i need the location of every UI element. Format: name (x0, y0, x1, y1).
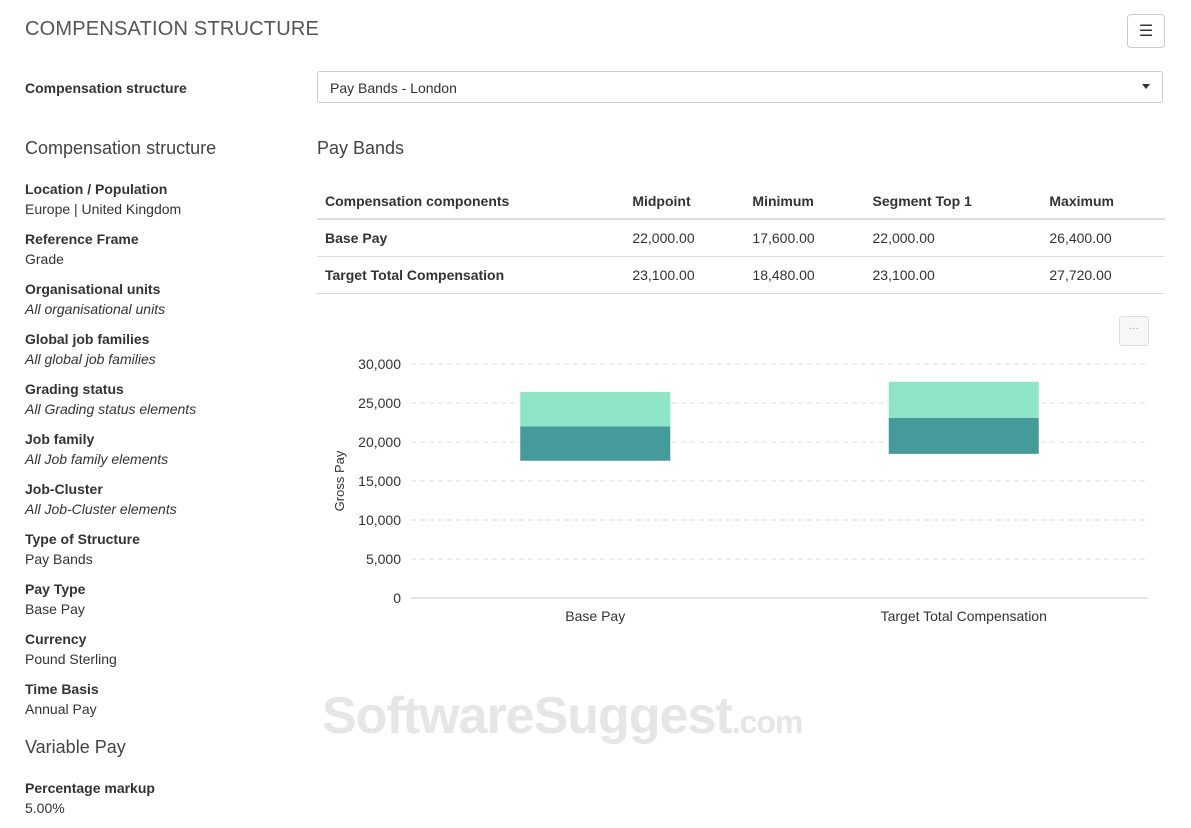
field-label: Percentage markup (25, 778, 295, 798)
pay-bands-heading: Pay Bands (317, 138, 1165, 159)
table-cell: 27,720.00 (1041, 257, 1165, 294)
field-item: Global job familiesAll global job famili… (25, 329, 295, 369)
compensation-structure-select[interactable]: Pay Bands - London (317, 71, 1163, 103)
field-item: Job familyAll Job family elements (25, 429, 295, 469)
y-tick-label: 0 (393, 590, 401, 606)
y-tick-label: 5,000 (366, 551, 401, 567)
sidebar: Compensation structure Location / Popula… (25, 138, 295, 828)
table-cell: 22,000.00 (865, 219, 1042, 257)
field-item: Reference FrameGrade (25, 229, 295, 269)
y-tick-label: 20,000 (358, 434, 401, 450)
table-cell: Base Pay (317, 219, 624, 257)
field-label: Job family (25, 429, 295, 449)
menu-button[interactable]: ☰ (1127, 14, 1165, 48)
field-label: Reference Frame (25, 229, 295, 249)
watermark: SoftwareSuggest.com (322, 686, 802, 746)
table-row: Target Total Compensation23,100.0018,480… (317, 257, 1165, 294)
field-item: Pay TypeBase Pay (25, 579, 295, 619)
bar-segment[interactable] (889, 418, 1039, 454)
bar-segment[interactable] (889, 382, 1039, 418)
field-label: Time Basis (25, 679, 295, 699)
field-value: Europe | United Kingdom (25, 199, 295, 219)
field-value: All organisational units (25, 299, 295, 319)
field-item: Type of StructurePay Bands (25, 529, 295, 569)
column-header: Maximum (1041, 184, 1165, 219)
x-tick-label: Base Pay (565, 608, 625, 624)
table-cell: 26,400.00 (1041, 219, 1165, 257)
field-item: Job-ClusterAll Job-Cluster elements (25, 479, 295, 519)
y-tick-label: 10,000 (358, 512, 401, 528)
table-cell: 23,100.00 (624, 257, 744, 294)
sidebar-heading: Compensation structure (25, 138, 295, 159)
y-axis-label: Gross Pay (332, 450, 347, 511)
hamburger-icon: ☰ (1139, 21, 1153, 41)
field-label: Grading status (25, 379, 295, 399)
table-cell: Target Total Compensation (317, 257, 624, 294)
field-item: Time BasisAnnual Pay (25, 679, 295, 719)
column-header: Segment Top 1 (865, 184, 1042, 219)
variable-pay-heading: Variable Pay (25, 737, 295, 758)
y-tick-label: 15,000 (358, 473, 401, 489)
field-value: All Grading status elements (25, 399, 295, 419)
pay-bands-section: Pay Bands Compensation componentsMidpoin… (317, 138, 1165, 294)
field-value: Grade (25, 249, 295, 269)
table-cell: 18,480.00 (744, 257, 864, 294)
field-label: Global job families (25, 329, 295, 349)
bar-segment[interactable] (520, 392, 670, 426)
field-value: Base Pay (25, 599, 295, 619)
bar-segment[interactable] (520, 426, 670, 460)
field-value: Pay Bands (25, 549, 295, 569)
column-header: Compensation components (317, 184, 624, 219)
y-tick-label: 25,000 (358, 395, 401, 411)
field-label: Currency (25, 629, 295, 649)
table-cell: 23,100.00 (865, 257, 1042, 294)
y-tick-label: 30,000 (358, 356, 401, 372)
table-row: Base Pay22,000.0017,600.0022,000.0026,40… (317, 219, 1165, 257)
field-value: 5.00% (25, 798, 295, 818)
column-header: Minimum (744, 184, 864, 219)
field-label: Organisational units (25, 279, 295, 299)
pay-bands-chart: 0 5,000 10,000 15,000 20,000 25,000 30,000 Gros… (320, 340, 1160, 630)
field-value: All global job families (25, 349, 295, 369)
chevron-down-icon (1142, 84, 1150, 89)
x-tick-label: Target Total Compensation (881, 608, 1047, 624)
field-item: Grading statusAll Grading status element… (25, 379, 295, 419)
field-label: Type of Structure (25, 529, 295, 549)
field-item: Location / PopulationEurope | United Kin… (25, 179, 295, 219)
field-item: Percentage markup5.00% (25, 778, 295, 818)
field-item: Organisational unitsAll organisational u… (25, 279, 295, 319)
table-cell: 22,000.00 (624, 219, 744, 257)
field-value: All Job-Cluster elements (25, 499, 295, 519)
select-value: Pay Bands - London (330, 80, 457, 96)
column-header: Midpoint (624, 184, 744, 219)
field-value: All Job family elements (25, 449, 295, 469)
pay-bands-table: Compensation componentsMidpointMinimumSe… (317, 184, 1165, 294)
field-label: Job-Cluster (25, 479, 295, 499)
field-value: Pound Sterling (25, 649, 295, 669)
field-label: Location / Population (25, 179, 295, 199)
page-title: COMPENSATION STRUCTURE (25, 18, 319, 41)
compensation-structure-label: Compensation structure (25, 80, 187, 96)
field-label: Pay Type (25, 579, 295, 599)
table-cell: 17,600.00 (744, 219, 864, 257)
field-value: Annual Pay (25, 699, 295, 719)
field-item: CurrencyPound Sterling (25, 629, 295, 669)
